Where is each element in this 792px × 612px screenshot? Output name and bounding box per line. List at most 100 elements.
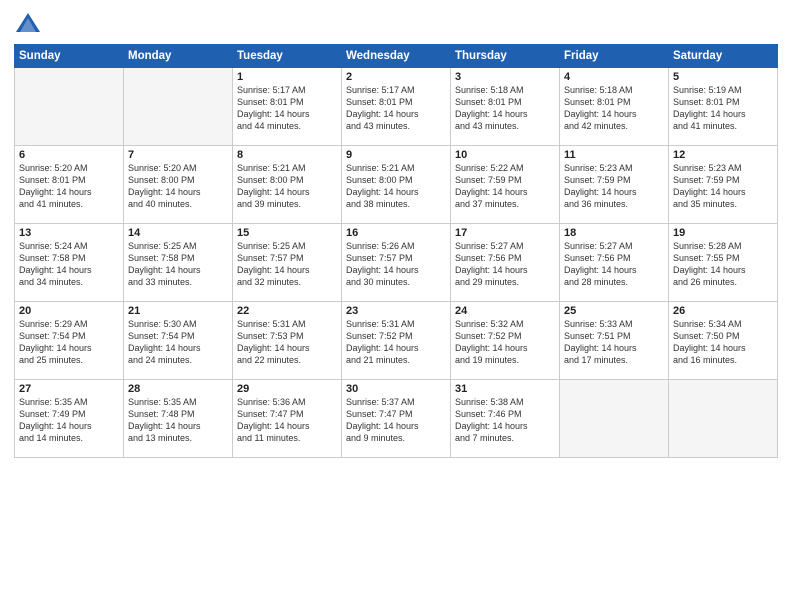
day-info: Sunrise: 5:21 AM Sunset: 8:00 PM Dayligh… <box>237 162 337 211</box>
day-info: Sunrise: 5:17 AM Sunset: 8:01 PM Dayligh… <box>237 84 337 133</box>
weekday-header-friday: Friday <box>560 45 669 68</box>
day-info: Sunrise: 5:19 AM Sunset: 8:01 PM Dayligh… <box>673 84 773 133</box>
week-row-3: 13Sunrise: 5:24 AM Sunset: 7:58 PM Dayli… <box>15 224 778 302</box>
day-cell: 20Sunrise: 5:29 AM Sunset: 7:54 PM Dayli… <box>15 302 124 380</box>
day-info: Sunrise: 5:35 AM Sunset: 7:49 PM Dayligh… <box>19 396 119 445</box>
day-number: 10 <box>455 149 555 161</box>
day-number: 27 <box>19 383 119 395</box>
day-cell: 14Sunrise: 5:25 AM Sunset: 7:58 PM Dayli… <box>124 224 233 302</box>
weekday-header-wednesday: Wednesday <box>342 45 451 68</box>
day-cell: 4Sunrise: 5:18 AM Sunset: 8:01 PM Daylig… <box>560 68 669 146</box>
day-info: Sunrise: 5:27 AM Sunset: 7:56 PM Dayligh… <box>564 240 664 289</box>
day-cell: 28Sunrise: 5:35 AM Sunset: 7:48 PM Dayli… <box>124 380 233 458</box>
day-cell: 29Sunrise: 5:36 AM Sunset: 7:47 PM Dayli… <box>233 380 342 458</box>
day-cell: 13Sunrise: 5:24 AM Sunset: 7:58 PM Dayli… <box>15 224 124 302</box>
day-number: 13 <box>19 227 119 239</box>
day-cell: 19Sunrise: 5:28 AM Sunset: 7:55 PM Dayli… <box>669 224 778 302</box>
day-number: 15 <box>237 227 337 239</box>
day-cell: 23Sunrise: 5:31 AM Sunset: 7:52 PM Dayli… <box>342 302 451 380</box>
day-info: Sunrise: 5:25 AM Sunset: 7:58 PM Dayligh… <box>128 240 228 289</box>
day-cell: 9Sunrise: 5:21 AM Sunset: 8:00 PM Daylig… <box>342 146 451 224</box>
weekday-header-saturday: Saturday <box>669 45 778 68</box>
day-cell: 2Sunrise: 5:17 AM Sunset: 8:01 PM Daylig… <box>342 68 451 146</box>
day-cell: 16Sunrise: 5:26 AM Sunset: 7:57 PM Dayli… <box>342 224 451 302</box>
day-number: 29 <box>237 383 337 395</box>
day-number: 24 <box>455 305 555 317</box>
day-cell: 3Sunrise: 5:18 AM Sunset: 8:01 PM Daylig… <box>451 68 560 146</box>
day-info: Sunrise: 5:22 AM Sunset: 7:59 PM Dayligh… <box>455 162 555 211</box>
day-info: Sunrise: 5:37 AM Sunset: 7:47 PM Dayligh… <box>346 396 446 445</box>
day-number: 3 <box>455 71 555 83</box>
day-info: Sunrise: 5:38 AM Sunset: 7:46 PM Dayligh… <box>455 396 555 445</box>
day-number: 6 <box>19 149 119 161</box>
weekday-header-tuesday: Tuesday <box>233 45 342 68</box>
day-number: 12 <box>673 149 773 161</box>
day-info: Sunrise: 5:18 AM Sunset: 8:01 PM Dayligh… <box>455 84 555 133</box>
day-number: 31 <box>455 383 555 395</box>
day-info: Sunrise: 5:27 AM Sunset: 7:56 PM Dayligh… <box>455 240 555 289</box>
day-number: 23 <box>346 305 446 317</box>
day-cell: 27Sunrise: 5:35 AM Sunset: 7:49 PM Dayli… <box>15 380 124 458</box>
day-cell: 31Sunrise: 5:38 AM Sunset: 7:46 PM Dayli… <box>451 380 560 458</box>
day-number: 26 <box>673 305 773 317</box>
day-info: Sunrise: 5:36 AM Sunset: 7:47 PM Dayligh… <box>237 396 337 445</box>
week-row-1: 1Sunrise: 5:17 AM Sunset: 8:01 PM Daylig… <box>15 68 778 146</box>
week-row-2: 6Sunrise: 5:20 AM Sunset: 8:01 PM Daylig… <box>15 146 778 224</box>
day-cell: 25Sunrise: 5:33 AM Sunset: 7:51 PM Dayli… <box>560 302 669 380</box>
day-cell: 30Sunrise: 5:37 AM Sunset: 7:47 PM Dayli… <box>342 380 451 458</box>
day-info: Sunrise: 5:28 AM Sunset: 7:55 PM Dayligh… <box>673 240 773 289</box>
day-info: Sunrise: 5:20 AM Sunset: 8:01 PM Dayligh… <box>19 162 119 211</box>
day-number: 11 <box>564 149 664 161</box>
day-number: 7 <box>128 149 228 161</box>
day-info: Sunrise: 5:26 AM Sunset: 7:57 PM Dayligh… <box>346 240 446 289</box>
day-number: 5 <box>673 71 773 83</box>
day-number: 9 <box>346 149 446 161</box>
day-info: Sunrise: 5:34 AM Sunset: 7:50 PM Dayligh… <box>673 318 773 367</box>
day-number: 8 <box>237 149 337 161</box>
calendar-table: SundayMondayTuesdayWednesdayThursdayFrid… <box>14 44 778 458</box>
day-cell: 22Sunrise: 5:31 AM Sunset: 7:53 PM Dayli… <box>233 302 342 380</box>
day-info: Sunrise: 5:29 AM Sunset: 7:54 PM Dayligh… <box>19 318 119 367</box>
day-number: 19 <box>673 227 773 239</box>
weekday-header-sunday: Sunday <box>15 45 124 68</box>
day-info: Sunrise: 5:23 AM Sunset: 7:59 PM Dayligh… <box>564 162 664 211</box>
day-cell <box>669 380 778 458</box>
day-number: 17 <box>455 227 555 239</box>
day-info: Sunrise: 5:30 AM Sunset: 7:54 PM Dayligh… <box>128 318 228 367</box>
logo <box>14 10 46 38</box>
day-cell: 6Sunrise: 5:20 AM Sunset: 8:01 PM Daylig… <box>15 146 124 224</box>
day-info: Sunrise: 5:24 AM Sunset: 7:58 PM Dayligh… <box>19 240 119 289</box>
day-number: 28 <box>128 383 228 395</box>
weekday-header-monday: Monday <box>124 45 233 68</box>
day-info: Sunrise: 5:31 AM Sunset: 7:52 PM Dayligh… <box>346 318 446 367</box>
day-number: 30 <box>346 383 446 395</box>
day-cell: 10Sunrise: 5:22 AM Sunset: 7:59 PM Dayli… <box>451 146 560 224</box>
day-cell: 12Sunrise: 5:23 AM Sunset: 7:59 PM Dayli… <box>669 146 778 224</box>
weekday-header-thursday: Thursday <box>451 45 560 68</box>
week-row-4: 20Sunrise: 5:29 AM Sunset: 7:54 PM Dayli… <box>15 302 778 380</box>
day-cell: 15Sunrise: 5:25 AM Sunset: 7:57 PM Dayli… <box>233 224 342 302</box>
day-cell: 8Sunrise: 5:21 AM Sunset: 8:00 PM Daylig… <box>233 146 342 224</box>
day-info: Sunrise: 5:18 AM Sunset: 8:01 PM Dayligh… <box>564 84 664 133</box>
day-number: 20 <box>19 305 119 317</box>
day-cell: 5Sunrise: 5:19 AM Sunset: 8:01 PM Daylig… <box>669 68 778 146</box>
day-number: 4 <box>564 71 664 83</box>
day-cell: 17Sunrise: 5:27 AM Sunset: 7:56 PM Dayli… <box>451 224 560 302</box>
page-header <box>14 10 778 38</box>
day-info: Sunrise: 5:20 AM Sunset: 8:00 PM Dayligh… <box>128 162 228 211</box>
day-info: Sunrise: 5:31 AM Sunset: 7:53 PM Dayligh… <box>237 318 337 367</box>
day-info: Sunrise: 5:32 AM Sunset: 7:52 PM Dayligh… <box>455 318 555 367</box>
day-cell: 26Sunrise: 5:34 AM Sunset: 7:50 PM Dayli… <box>669 302 778 380</box>
day-number: 2 <box>346 71 446 83</box>
day-number: 14 <box>128 227 228 239</box>
day-cell <box>560 380 669 458</box>
day-number: 21 <box>128 305 228 317</box>
day-number: 22 <box>237 305 337 317</box>
day-cell: 21Sunrise: 5:30 AM Sunset: 7:54 PM Dayli… <box>124 302 233 380</box>
day-info: Sunrise: 5:17 AM Sunset: 8:01 PM Dayligh… <box>346 84 446 133</box>
weekday-header-row: SundayMondayTuesdayWednesdayThursdayFrid… <box>15 45 778 68</box>
day-cell: 24Sunrise: 5:32 AM Sunset: 7:52 PM Dayli… <box>451 302 560 380</box>
day-number: 1 <box>237 71 337 83</box>
day-info: Sunrise: 5:35 AM Sunset: 7:48 PM Dayligh… <box>128 396 228 445</box>
day-cell: 7Sunrise: 5:20 AM Sunset: 8:00 PM Daylig… <box>124 146 233 224</box>
